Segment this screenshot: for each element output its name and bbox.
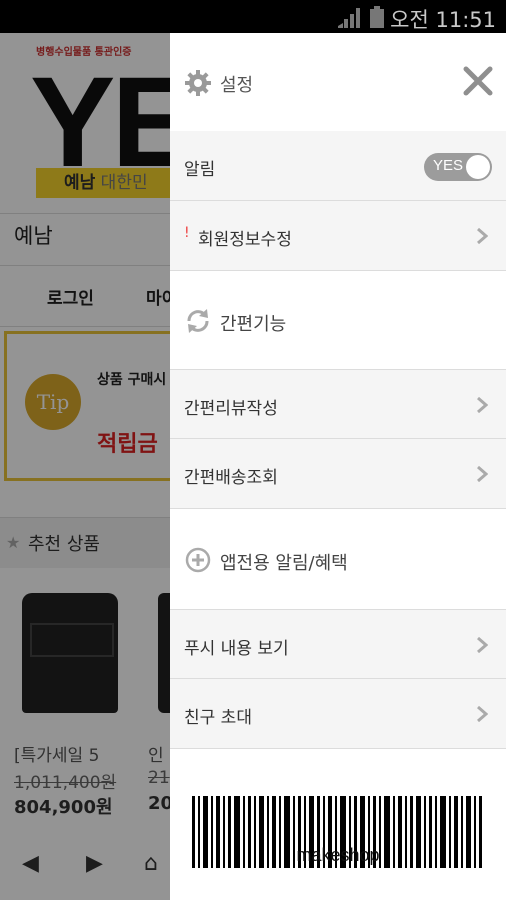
status-time: 오전 11:51: [390, 8, 496, 32]
member-edit-label: 회원정보수정: [198, 230, 292, 250]
push-view-label: 푸시 내용 보기: [184, 639, 289, 659]
chevron-right-icon: [477, 397, 488, 413]
invite-friend-label: 친구 초대: [184, 708, 252, 728]
chevron-right-icon: [477, 228, 488, 244]
quick-review-row[interactable]: 간편리뷰작성: [170, 369, 506, 439]
push-view-row[interactable]: 푸시 내용 보기: [170, 609, 506, 679]
member-edit-row[interactable]: ! 회원정보수정: [170, 201, 506, 271]
invite-friend-row[interactable]: 친구 초대: [170, 679, 506, 749]
app-section: 앱전용 알림/혜택: [170, 509, 506, 609]
gear-icon: [185, 70, 211, 96]
alert-mark-icon: !: [184, 225, 190, 241]
chevron-right-icon: [477, 466, 488, 482]
quick-section-title: 간편기능: [220, 314, 287, 335]
settings-drawer: 설정 알림 YES ! 회원정보수정 간편기능 간편리뷰작성 간편배송조회 앱전…: [170, 33, 506, 900]
status-bar: 오전 11:51: [0, 0, 506, 33]
app-section-title: 앱전용 알림/혜택: [220, 553, 348, 574]
notification-row: 알림 YES: [170, 131, 506, 201]
chevron-right-icon: [477, 637, 488, 653]
quick-section: 간편기능: [170, 271, 506, 369]
barcode-label: makeshop: [296, 845, 380, 865]
notification-toggle[interactable]: YES: [424, 153, 492, 181]
battery-icon: [370, 6, 384, 28]
close-icon[interactable]: [460, 63, 496, 99]
quick-review-label: 간편리뷰작성: [184, 399, 278, 419]
toggle-knob: [466, 155, 490, 179]
toggle-state: YES: [433, 157, 464, 174]
quick-delivery-row[interactable]: 간편배송조회: [170, 439, 506, 509]
quick-delivery-label: 간편배송조회: [184, 468, 278, 488]
dim-overlay[interactable]: [0, 33, 170, 900]
chevron-right-icon: [477, 706, 488, 722]
refresh-icon: [187, 309, 209, 333]
notification-label: 알림: [184, 160, 216, 180]
add-circle-icon: [185, 547, 211, 573]
drawer-title: 설정: [220, 75, 254, 96]
signal-icon: [338, 8, 360, 28]
drawer-header: 설정: [170, 33, 506, 131]
